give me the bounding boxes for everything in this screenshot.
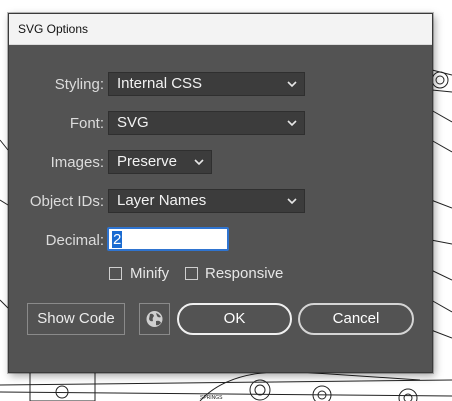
chevron-down-icon <box>194 159 204 166</box>
decimal-input[interactable]: 2 <box>107 227 229 251</box>
dialog-title: SVG Options <box>18 22 89 36</box>
title-bar: SVG Options <box>9 14 432 45</box>
minify-checkbox[interactable] <box>109 267 122 280</box>
font-value: SVG <box>117 114 149 131</box>
globe-icon <box>146 311 163 327</box>
decimal-label: Decimal: <box>45 232 104 249</box>
decimal-value: 2 <box>112 231 123 248</box>
chevron-down-icon <box>287 198 297 205</box>
font-select[interactable]: SVG <box>108 111 305 135</box>
ok-button[interactable]: OK <box>177 303 292 335</box>
styling-label: Styling: <box>54 76 104 93</box>
responsive-label: Responsive <box>205 265 284 282</box>
font-label-box: Font: <box>9 113 104 137</box>
object-ids-label-box: Object IDs: <box>9 191 104 215</box>
minify-label: Minify <box>130 265 170 282</box>
responsive-checkbox[interactable] <box>185 267 198 280</box>
chevron-down-icon <box>287 81 297 88</box>
images-label-box: Images: <box>9 152 104 176</box>
decimal-label-box: Decimal: <box>9 230 104 254</box>
images-select[interactable]: Preserve <box>108 150 212 174</box>
object-ids-select[interactable]: Layer Names <box>108 189 305 213</box>
images-label: Images: <box>50 154 104 171</box>
svg-options-dialog: SVG Options Styling: Internal CSS Font: … <box>8 13 433 373</box>
object-ids-value: Layer Names <box>117 192 207 209</box>
styling-value: Internal CSS <box>117 75 203 92</box>
object-ids-label: Object IDs: <box>29 193 104 210</box>
font-label: Font: <box>69 115 104 132</box>
images-value: Preserve <box>117 153 178 170</box>
show-code-button[interactable]: Show Code <box>27 303 125 335</box>
chevron-down-icon <box>287 120 297 127</box>
web-preview-button[interactable] <box>139 303 170 335</box>
styling-label-box: Styling: <box>9 74 104 98</box>
drawing-label: SPRINGS <box>200 395 223 401</box>
styling-select[interactable]: Internal CSS <box>108 72 305 96</box>
cancel-button[interactable]: Cancel <box>298 303 414 335</box>
